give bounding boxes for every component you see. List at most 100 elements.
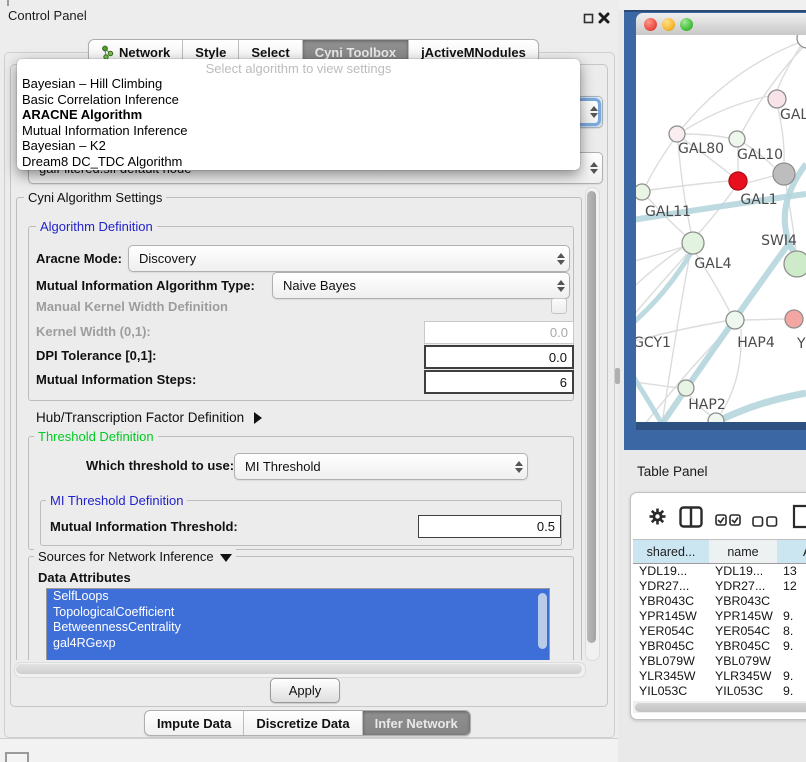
mi-threshold-field[interactable]: 0.5	[418, 515, 561, 538]
apply-button[interactable]: Apply	[270, 678, 340, 703]
algorithm-definition-title: Algorithm Definition	[36, 219, 157, 234]
column-header-name[interactable]: name	[709, 539, 778, 564]
tab-label: Style	[195, 45, 226, 60]
table-row[interactable]: YDL19...YDL19...13	[633, 564, 806, 579]
tab-discretize-data[interactable]: Discretize Data	[244, 711, 362, 735]
kernel-width-label: Kernel Width (0,1):	[36, 324, 151, 339]
algorithm-option[interactable]: Bayesian – Hill Climbing	[17, 76, 580, 92]
page-icon[interactable]	[792, 503, 806, 530]
mi-threshold-label: Mutual Information Threshold:	[50, 519, 238, 534]
network-window-titlebar[interactable]	[636, 13, 806, 36]
algorithm-option[interactable]: Bayesian – K2	[17, 138, 580, 154]
close-icon[interactable]	[598, 12, 610, 24]
which-threshold-combo[interactable]: MI Threshold	[234, 453, 528, 480]
table-cell: YLR345W	[633, 669, 715, 684]
combo-stepper-icon	[553, 280, 569, 292]
tab-label: Discretize Data	[256, 716, 349, 731]
threshold-group-title: Threshold Definition	[34, 429, 158, 444]
table-row[interactable]: YBR043CYBR043C	[633, 594, 806, 609]
attribute-list-item[interactable]: SelfLoops	[47, 589, 549, 605]
column-header-shared[interactable]: shared...	[633, 539, 710, 564]
list-scrollbar-thumb[interactable]	[538, 593, 547, 649]
unchecked-boxes-icon[interactable]	[752, 516, 778, 527]
tab-impute-data[interactable]: Impute Data	[145, 711, 244, 735]
columns-icon[interactable]	[679, 506, 703, 528]
algorithm-option[interactable]: Basic Correlation Inference	[17, 92, 580, 108]
table-cell: YBR043C	[633, 594, 715, 609]
table-row[interactable]: YLR345WYLR345W9.	[633, 669, 806, 684]
table-cell: YDL19...	[709, 564, 783, 579]
attribute-list-item[interactable]: TopologicalCoefficient	[47, 605, 549, 621]
aracne-mode-label: Aracne Mode:	[36, 251, 122, 266]
close-traffic-light-icon[interactable]	[644, 18, 657, 31]
table-cell	[777, 654, 806, 669]
attribute-list-item[interactable]: gal4RGexp	[47, 636, 549, 652]
table-row[interactable]: YBR045CYBR045C9.	[633, 639, 806, 654]
bottom-tab-bar: Impute Data Discretize Data Infer Network	[144, 710, 471, 736]
table-row[interactable]: YPR145WYPR145W9.	[633, 609, 806, 624]
mi-steps-label: Mutual Information Steps:	[36, 372, 196, 387]
table-cell: 9.	[777, 639, 806, 654]
aracne-mode-combo[interactable]: Discovery	[128, 245, 570, 272]
float-window-icon[interactable]	[583, 13, 594, 24]
sources-group-title[interactable]: Sources for Network Inference	[34, 549, 236, 564]
column-header-a[interactable]: A	[777, 539, 806, 564]
mi-steps-field[interactable]: 6	[424, 370, 574, 394]
cyni-settings-title: Cyni Algorithm Settings	[24, 190, 166, 205]
kernel-width-field[interactable]: 0.0	[424, 321, 574, 344]
manual-kernel-checkbox[interactable]	[551, 298, 567, 314]
algorithm-option[interactable]: Mutual Information Inference	[17, 123, 580, 139]
table-row[interactable]: YER054CYER054C8.	[633, 624, 806, 639]
table-cell: YPR145W	[633, 609, 715, 624]
table-cell: YDR27...	[633, 579, 715, 594]
table-row[interactable]: YDR27...YDR27...12	[633, 579, 806, 594]
mi-threshold-group-title: MI Threshold Definition	[46, 493, 187, 508]
attribute-list-item[interactable]: BetweennessCentrality	[47, 620, 549, 636]
gear-icon[interactable]	[649, 508, 666, 525]
dpi-tolerance-field[interactable]: 0.0	[424, 345, 574, 369]
table-scrollbar-thumb[interactable]	[635, 703, 806, 712]
control-panel-title: Control Panel	[8, 8, 87, 23]
table-cell: YER054C	[709, 624, 783, 639]
zoom-traffic-light-icon[interactable]	[680, 18, 693, 31]
table-body: YDL19...YDL19...13YDR27...YDR27...12YBR0…	[633, 563, 806, 699]
table-panel-title: Table Panel	[637, 464, 708, 479]
table-cell: YDR27...	[709, 579, 783, 594]
tab-label: Select	[251, 45, 289, 60]
table-cell: 9.	[777, 684, 806, 699]
network-canvas[interactable]	[636, 35, 806, 422]
combo-stepper-icon	[586, 162, 602, 174]
horizontal-scrollbar	[14, 662, 586, 678]
vertical-scrollbar	[585, 187, 600, 661]
minimize-traffic-light-icon[interactable]	[662, 18, 675, 31]
table-row[interactable]: YBL079WYBL079W	[633, 654, 806, 669]
algorithm-option[interactable]: ARACNE Algorithm	[17, 107, 580, 123]
table-cell: 13	[777, 564, 806, 579]
collapse-down-icon	[220, 554, 232, 562]
combo-stepper-icon	[553, 253, 569, 265]
hub-section-label: Hub/Transcription Factor Definition	[36, 410, 244, 425]
horizontal-scrollbar-thumb[interactable]	[16, 664, 582, 674]
table-cell: 8.	[777, 624, 806, 639]
checked-boxes-icon[interactable]	[715, 514, 741, 526]
hub-section-toggle[interactable]: Hub/Transcription Factor Definition	[36, 410, 262, 425]
table-cell: YBL079W	[709, 654, 783, 669]
attribute-list-item[interactable]	[47, 651, 549, 660]
algorithm-option[interactable]: Dream8 DC_TDC Algorithm	[17, 154, 580, 170]
vertical-scrollbar-thumb[interactable]	[587, 191, 596, 643]
settings-scroll-area: Cyni Algorithm Settings Algorithm Defini…	[14, 186, 584, 660]
dpi-tolerance-label: DPI Tolerance [0,1]:	[36, 348, 156, 363]
table-row[interactable]: YIL053CYIL053C9.	[633, 684, 806, 699]
table-cell: 9.	[777, 609, 806, 624]
tab-infer-network[interactable]: Infer Network	[363, 711, 470, 735]
aracne-mode-value: Discovery	[129, 251, 553, 266]
expand-right-icon	[254, 412, 262, 424]
mi-type-combo[interactable]: Naive Bayes	[272, 272, 570, 299]
table-cell: YBR043C	[709, 594, 783, 609]
data-attributes-list[interactable]: SelfLoopsTopologicalCoefficientBetweenne…	[46, 588, 550, 660]
network-icon	[101, 45, 114, 60]
minimized-panel-icon[interactable]	[5, 752, 29, 762]
which-threshold-label: Which threshold to use:	[86, 458, 234, 473]
table-cell: YBL079W	[633, 654, 715, 669]
panel-divider-grip[interactable]	[615, 368, 620, 384]
